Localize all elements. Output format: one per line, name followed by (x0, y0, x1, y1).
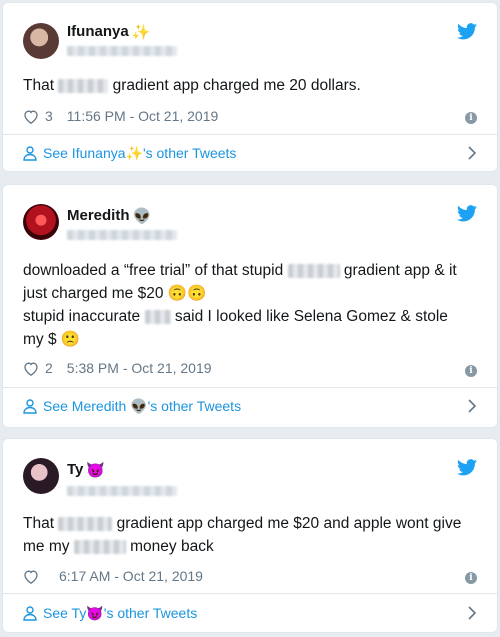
heart-icon[interactable] (23, 569, 39, 584)
sparkles-emoji: ✨ (125, 144, 143, 161)
chevron-right-icon[interactable] (467, 606, 477, 620)
redacted-handle (67, 230, 177, 240)
see-other-tweets-link[interactable]: See Meredith 👽's other Tweets (23, 388, 477, 424)
redacted-handle (67, 486, 177, 496)
tweet-card-meredith: Meredith 👽 downloaded a “free trial” of t… (2, 184, 498, 428)
see-other-tweets-link[interactable]: See Ty 😈's other Tweets (23, 595, 477, 631)
user-name[interactable]: Ifunanya ✨ (67, 23, 150, 41)
smiling-imp-emoji: 😈 (86, 462, 106, 480)
tweet-meta: 2 5:38 PM - Oct 21, 2019 (23, 360, 212, 376)
chevron-right-icon[interactable] (467, 146, 477, 160)
smiling-imp-emoji: 😈 (86, 604, 104, 621)
alien-emoji: 👽 (132, 208, 152, 226)
timestamp[interactable]: 6:17 AM - Oct 21, 2019 (59, 568, 203, 584)
tweet-card-ty: Ty 😈 That gradient app charged me $20 and… (2, 438, 498, 633)
like-count: 2 (45, 360, 53, 376)
user-name-text: Ty (67, 461, 84, 478)
person-icon (23, 145, 37, 161)
redacted-word (144, 309, 171, 324)
redacted-word (58, 516, 113, 531)
person-icon (23, 605, 37, 621)
tweet-meta: 6:17 AM - Oct 21, 2019 (23, 568, 203, 584)
alien-emoji: 👽 (130, 397, 148, 414)
twitter-bird-icon[interactable] (457, 23, 477, 40)
info-icon[interactable]: i (465, 365, 477, 377)
tweet-text: downloaded a “free trial” of that stupid… (23, 262, 457, 348)
heart-icon[interactable] (23, 361, 39, 376)
like-count: 3 (45, 108, 53, 124)
info-icon[interactable]: i (465, 572, 477, 584)
slightly-frowning-face-emoji: 🙁 (60, 331, 81, 348)
twitter-bird-icon[interactable] (457, 205, 477, 222)
heart-icon[interactable] (23, 109, 39, 124)
upside-down-face-emoji: 🙃🙃 (167, 285, 207, 302)
see-other-tweets-link[interactable]: See Ifunanya ✨'s other Tweets (23, 135, 477, 171)
user-name[interactable]: Ty 😈 (67, 461, 105, 479)
avatar[interactable] (23, 204, 59, 240)
sparkles-emoji: ✨ (131, 24, 151, 42)
user-name-text: Meredith (67, 207, 130, 224)
redacted-word (287, 263, 340, 278)
timestamp[interactable]: 5:38 PM - Oct 21, 2019 (67, 360, 212, 376)
twitter-bird-icon[interactable] (457, 459, 477, 476)
redacted-handle (67, 46, 177, 56)
redacted-word (58, 78, 109, 93)
user-name-text: Ifunanya (67, 23, 129, 40)
divider (3, 593, 497, 594)
avatar[interactable] (23, 23, 59, 59)
info-icon[interactable]: i (465, 112, 477, 124)
user-name[interactable]: Meredith 👽 (67, 207, 151, 225)
tweet-text: That gradient app charged me $20 and app… (23, 515, 462, 555)
timestamp[interactable]: 11:56 PM - Oct 21, 2019 (67, 108, 219, 124)
person-icon (23, 398, 37, 414)
tweet-card-ifunanya: Ifunanya ✨ That gradient app charged me 2… (2, 2, 498, 172)
avatar[interactable] (23, 458, 59, 494)
tweet-meta: 3 11:56 PM - Oct 21, 2019 (23, 108, 218, 124)
redacted-word (73, 539, 126, 554)
tweet-text: That gradient app charged me 20 dollars. (23, 77, 361, 94)
chevron-right-icon[interactable] (467, 399, 477, 413)
